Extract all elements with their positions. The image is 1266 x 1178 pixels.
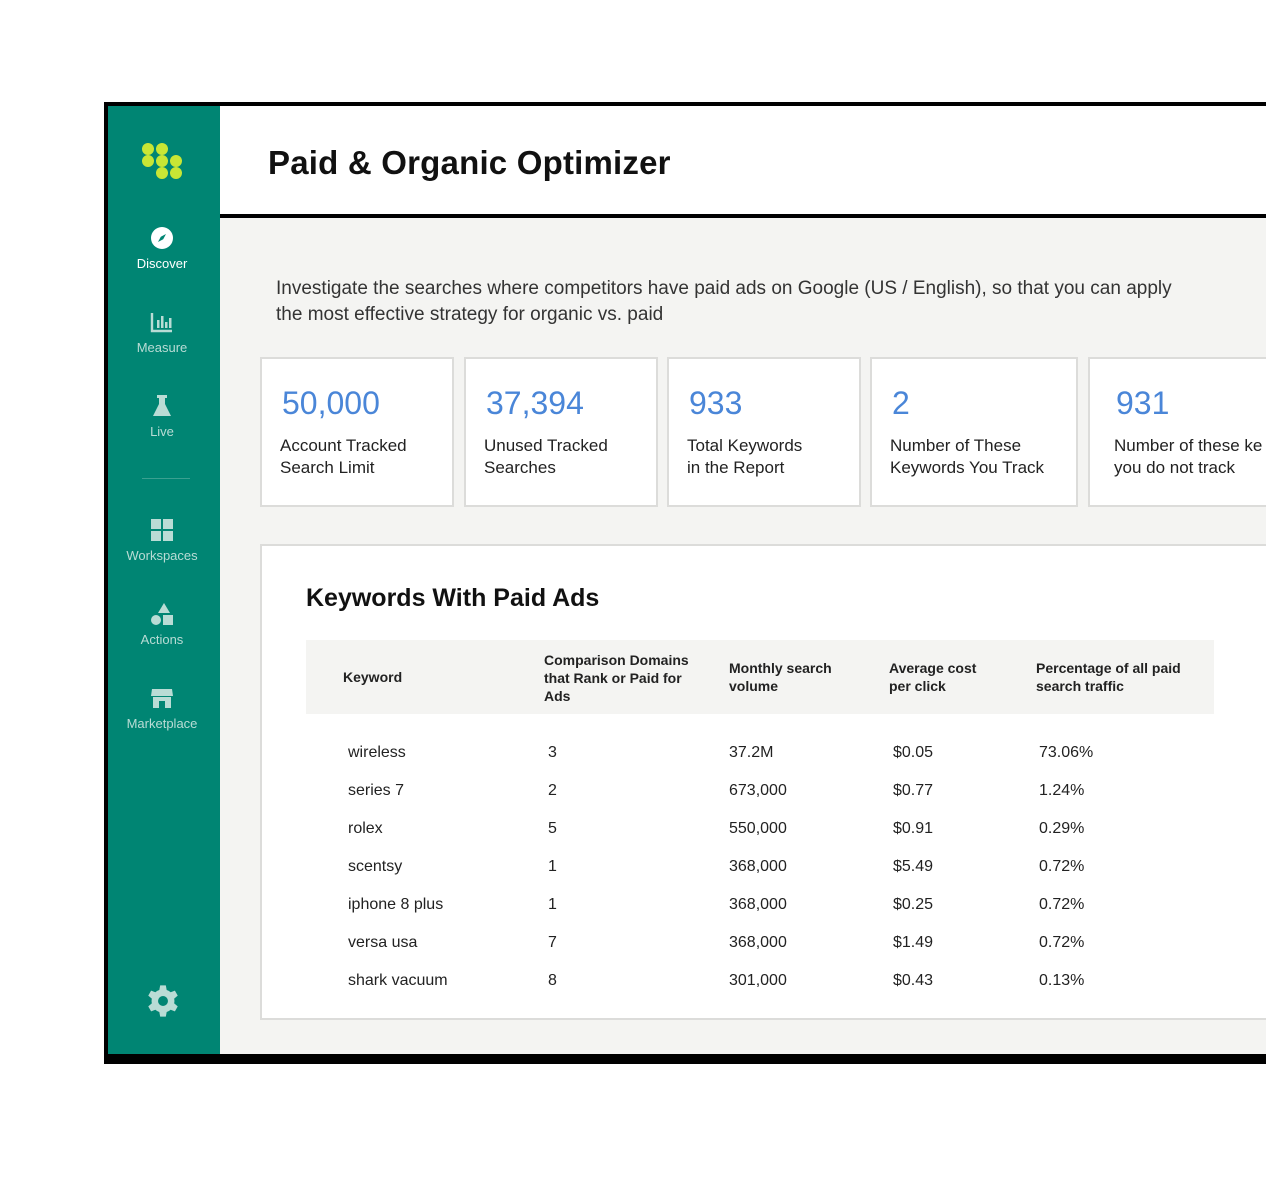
column-header-monthly-volume[interactable]: Monthly search volume: [729, 659, 859, 695]
store-icon: [151, 689, 173, 708]
cell-monthly-volume: 368,000: [729, 934, 787, 951]
sidebar-item-discover[interactable]: Discover: [108, 226, 216, 271]
cell-monthly-volume: 37.2M: [729, 744, 774, 761]
cell-comparison-domains: 1: [548, 896, 557, 913]
stat-card: 931 Number of these ke you do not track: [1088, 357, 1266, 507]
cell-avg-cpc: $0.25: [893, 896, 934, 913]
cell-paid-traffic-pct: 0.72%: [1039, 934, 1085, 951]
sidebar-item-label: Actions: [140, 632, 184, 647]
stat-caption: Number of These Keywords You Track: [890, 436, 1045, 477]
column-header-keyword[interactable]: Keyword: [343, 668, 402, 686]
cell-keyword: shark vacuum: [348, 972, 448, 989]
sidebar-item-label: Marketplace: [126, 716, 198, 731]
cell-paid-traffic-pct: 1.24%: [1039, 782, 1085, 799]
cell-keyword: scentsy: [348, 858, 403, 875]
table-title: Keywords With Paid Ads: [306, 584, 600, 612]
table-row[interactable]: rolex 5 550,000 $0.91 0.29%: [306, 812, 1214, 850]
sidebar-item-label: Measure: [136, 340, 188, 355]
cell-avg-cpc: $0.05: [893, 744, 934, 761]
cell-comparison-domains: 7: [548, 934, 557, 951]
stat-card: 50,000 Account Tracked Search Limit: [260, 357, 454, 507]
page-header: Paid & Organic Optimizer: [220, 106, 1266, 218]
cell-paid-traffic-pct: 0.13%: [1039, 972, 1085, 989]
table-row[interactable]: iphone 8 plus 1 368,000 $0.25 0.72%: [306, 888, 1214, 926]
table-header: Keyword Comparison Domains that Rank or …: [306, 640, 1214, 714]
stat-card: 37,394 Unused Tracked Searches: [464, 357, 658, 507]
stat-caption: Total Keywords in the Report: [687, 436, 803, 477]
page-title: Paid & Organic Optimizer: [268, 144, 671, 181]
cell-avg-cpc: $5.49: [893, 858, 934, 875]
stat-value: 50,000: [282, 385, 380, 421]
stat-caption: Unused Tracked Searches: [484, 436, 608, 477]
sidebar-item-live[interactable]: Live: [108, 394, 216, 439]
column-header-avg-cpc[interactable]: Average cost per click: [889, 659, 999, 695]
table-row[interactable]: scentsy 1 368,000 $5.49 0.72%: [306, 850, 1214, 888]
shapes-icon: [151, 603, 173, 625]
flask-icon: [153, 395, 171, 416]
cell-comparison-domains: 2: [548, 782, 557, 799]
table-row[interactable]: wireless 3 37.2M $0.05 73.06%: [306, 736, 1214, 774]
column-header-paid-traffic-pct[interactable]: Percentage of all paid search traffic: [1036, 659, 1186, 695]
gear-icon[interactable]: [146, 984, 180, 1018]
table-row[interactable]: shark vacuum 8 301,000 $0.43 0.13%: [306, 964, 1214, 1002]
cell-monthly-volume: 673,000: [729, 782, 787, 799]
sidebar-item-label: Live: [150, 424, 174, 439]
sidebar-item-label: Workspaces: [126, 548, 198, 563]
logo: [142, 143, 188, 187]
stat-card: 933 Total Keywords in the Report: [667, 357, 861, 507]
sidebar-item-actions[interactable]: Actions: [108, 602, 216, 647]
intro-text: Investigate the searches where competito…: [276, 278, 1172, 325]
column-header-comparison-domains[interactable]: Comparison Domains that Rank or Paid for…: [544, 651, 694, 705]
table-row[interactable]: series 7 2 673,000 $0.77 1.24%: [306, 774, 1214, 812]
stat-value: 933: [689, 385, 743, 421]
cell-keyword: wireless: [348, 744, 406, 761]
sidebar-item-measure[interactable]: Measure: [108, 310, 216, 355]
stat-value: 37,394: [486, 385, 584, 421]
cell-paid-traffic-pct: 0.29%: [1039, 820, 1085, 837]
cell-keyword: versa usa: [348, 934, 418, 951]
cell-avg-cpc: $1.49: [893, 934, 934, 951]
stat-value: 2: [892, 385, 910, 421]
stat-caption: Account Tracked Search Limit: [280, 436, 407, 477]
cell-monthly-volume: 301,000: [729, 972, 787, 989]
main-content: Paid & Organic Optimizer Investigate the…: [220, 106, 1266, 1054]
cell-monthly-volume: 368,000: [729, 896, 787, 913]
cell-comparison-domains: 8: [548, 972, 557, 989]
cell-keyword: rolex: [348, 820, 383, 837]
stat-caption: Number of these ke you do not track: [1114, 436, 1263, 477]
cell-keyword: series 7: [348, 782, 405, 799]
cell-avg-cpc: $0.91: [893, 820, 934, 837]
cell-paid-traffic-pct: 73.06%: [1039, 744, 1094, 761]
stat-card: 2 Number of These Keywords You Track: [870, 357, 1078, 507]
cell-avg-cpc: $0.43: [893, 972, 934, 989]
stat-value: 931: [1116, 385, 1170, 421]
cell-monthly-volume: 550,000: [729, 820, 787, 837]
app-window: Discover Measure Live Workspaces Actions…: [104, 102, 1266, 1064]
sidebar-item-label: Discover: [136, 256, 188, 271]
cell-paid-traffic-pct: 0.72%: [1039, 896, 1085, 913]
cell-avg-cpc: $0.77: [893, 782, 934, 799]
cell-comparison-domains: 1: [548, 858, 557, 875]
sidebar-divider: [142, 478, 190, 479]
cell-paid-traffic-pct: 0.72%: [1039, 858, 1085, 875]
cell-comparison-domains: 3: [548, 744, 557, 761]
compass-icon: [151, 227, 173, 249]
sidebar-item-workspaces[interactable]: Workspaces: [108, 518, 216, 563]
keywords-panel: Keywords With Paid Ads Keyword Compariso…: [260, 544, 1266, 1020]
table-row[interactable]: versa usa 7 368,000 $1.49 0.72%: [306, 926, 1214, 964]
cell-comparison-domains: 5: [548, 820, 557, 837]
cell-monthly-volume: 368,000: [729, 858, 787, 875]
sidebar-item-marketplace[interactable]: Marketplace: [108, 686, 216, 731]
cell-keyword: iphone 8 plus: [348, 896, 444, 913]
bar-chart-icon: [150, 313, 172, 333]
grid-icon: [151, 519, 173, 541]
